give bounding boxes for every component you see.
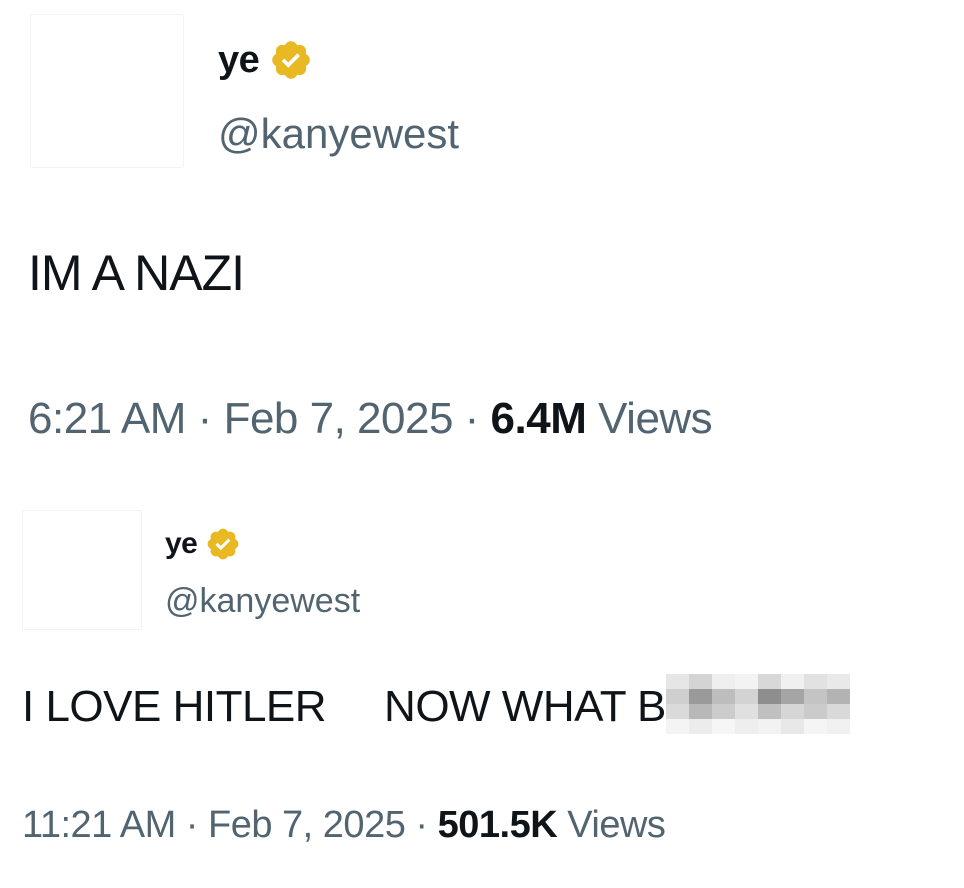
tweet-text: IM A NAZI xyxy=(28,245,245,301)
meta-separator: · xyxy=(415,804,428,846)
pixelated-blur-graphic xyxy=(665,674,850,735)
display-name[interactable]: ye xyxy=(165,527,198,561)
views-count: 6.4M xyxy=(490,394,587,443)
user-handle[interactable]: @kanyewest xyxy=(165,582,360,621)
pixelated-redaction xyxy=(665,674,850,735)
avatar[interactable] xyxy=(22,510,142,630)
gold-verified-badge-icon[interactable] xyxy=(269,38,313,82)
author-name-row: ye xyxy=(165,526,241,562)
author-name-row: ye xyxy=(218,38,313,82)
tweet-time[interactable]: 6:21 AM xyxy=(28,394,186,443)
gold-verified-badge-icon[interactable] xyxy=(205,526,241,562)
tweet-meta: 11:21 AM · Feb 7, 2025 · 501.5K Views xyxy=(22,804,666,847)
tweet-date[interactable]: Feb 7, 2025 xyxy=(224,394,454,443)
tweet-time[interactable]: 11:21 AM xyxy=(22,804,176,846)
avatar[interactable] xyxy=(30,14,184,168)
meta-separator: · xyxy=(185,804,199,846)
tweet-text-part2: NOW WHAT B xyxy=(384,682,666,731)
user-handle[interactable]: @kanyewest xyxy=(218,110,459,158)
display-name[interactable]: ye xyxy=(218,39,260,82)
tweet-date[interactable]: Feb 7, 2025 xyxy=(208,804,406,846)
views-label: Views xyxy=(598,394,713,443)
meta-separator: · xyxy=(197,394,213,443)
tweet-meta: 6:21 AM · Feb 7, 2025 · 6.4M Views xyxy=(28,394,713,444)
views-label: Views xyxy=(567,804,666,846)
views-count: 501.5K xyxy=(437,804,558,846)
tweet-text-part1: I LOVE HITLER xyxy=(22,682,327,731)
tweet-text: I LOVE HITLER NOW WHAT B xyxy=(22,674,850,735)
meta-separator: · xyxy=(464,394,480,443)
